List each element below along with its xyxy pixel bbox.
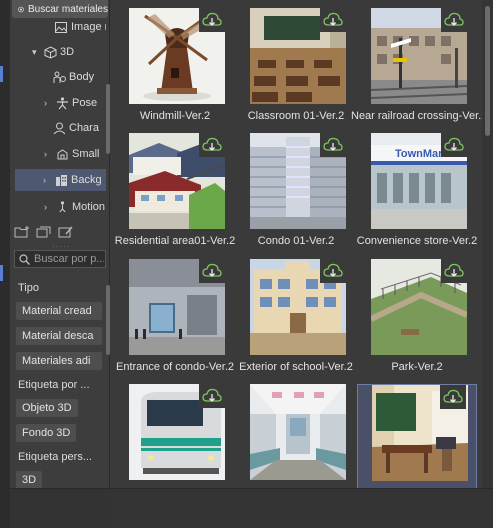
tree-item-character[interactable]: Chara xyxy=(52,117,99,139)
download-cloud-icon[interactable] xyxy=(199,8,225,32)
material-caption: Convenience store-Ver.2 xyxy=(356,235,478,247)
filter-3d-object[interactable]: Objeto 3D xyxy=(16,399,78,417)
filter-additional-materials[interactable]: Materiales adi xyxy=(16,352,102,370)
tree-item-label: Pose xyxy=(72,97,98,109)
tree-item-pose[interactable]: › Pose xyxy=(44,92,97,114)
tree-item-motion[interactable]: › Motion xyxy=(44,196,105,212)
tipo-label: Tipo xyxy=(18,282,39,294)
download-cloud-icon[interactable] xyxy=(199,133,225,157)
material-caption: Residential area01-Ver.2 xyxy=(114,235,236,247)
material-item-convenience-store[interactable]: TownMart Convenience store-Ver.2 xyxy=(357,125,477,250)
tree-item-body[interactable]: Body xyxy=(52,66,94,88)
material-panel: Buscar materiales Image m ▾ 3D Body › Po… xyxy=(0,0,493,528)
background-icon xyxy=(54,173,68,187)
tree-item-label: Motion xyxy=(72,201,106,212)
download-cloud-icon[interactable] xyxy=(441,259,467,283)
material-item-train[interactable] xyxy=(115,376,235,488)
material-item-railroad[interactable]: Near railroad crossing-Ver.2 xyxy=(351,0,482,125)
material-item-residential[interactable]: Residential area01-Ver.2 xyxy=(115,125,235,250)
material-item-school-exterior[interactable]: Exterior of school-Ver.2 xyxy=(236,251,356,376)
tree-item-label: Small xyxy=(72,148,100,160)
tree-item-label: Chara xyxy=(69,122,99,134)
material-caption: Park-Ver.2 xyxy=(391,361,443,373)
chevron-down-icon[interactable]: ▾ xyxy=(32,47,40,58)
new-subfolder-icon[interactable] xyxy=(36,225,52,239)
tree-item-3d[interactable]: ▾ 3D xyxy=(32,41,74,63)
filter-material-downloaded[interactable]: Material desca xyxy=(16,327,102,345)
search-field[interactable] xyxy=(14,250,106,268)
tree-item-label: Body xyxy=(69,71,95,83)
search-input[interactable] xyxy=(34,253,104,265)
search-materials-label: Buscar materiales xyxy=(27,3,108,15)
scroll-thumb[interactable] xyxy=(485,6,490,136)
download-cloud-icon[interactable] xyxy=(199,259,225,283)
download-cloud-icon[interactable] xyxy=(320,133,346,157)
body-type-icon xyxy=(52,70,66,84)
pose-icon xyxy=(55,96,69,110)
material-grid: Windmill-Ver.2 Classroom 01-Ver.2 Near r… xyxy=(111,0,482,488)
scroll-thumb[interactable] xyxy=(106,84,110,154)
material-caption: Classroom 01-Ver.2 xyxy=(247,110,345,122)
tree-item-background[interactable]: › Backg xyxy=(15,169,106,191)
material-item-room[interactable] xyxy=(357,384,477,488)
chevron-right-icon[interactable]: › xyxy=(44,202,52,212)
folder-tree: Image m ▾ 3D Body › Pose Chara › xyxy=(10,22,106,212)
material-item-condo-entrance[interactable]: Entrance of condo-Ver.2 xyxy=(115,251,235,376)
filter-tag-3d[interactable]: 3D xyxy=(16,471,43,489)
grid-scrollbar[interactable] xyxy=(482,0,493,488)
image-icon xyxy=(54,22,68,34)
folder-toolbar xyxy=(12,222,108,242)
filter-scrollbar[interactable] xyxy=(106,285,110,355)
strip-marker xyxy=(0,66,3,82)
bottom-pane xyxy=(111,488,493,528)
material-caption: Near railroad crossing-Ver.2 xyxy=(351,110,482,122)
download-cloud-icon[interactable] xyxy=(441,133,467,157)
left-toolbar-strip xyxy=(0,0,10,528)
folder-panel: Buscar materiales Image m ▾ 3D Body › Po… xyxy=(10,0,110,528)
filter-material-created[interactable]: Material cread xyxy=(16,302,102,320)
store-sign-text: TownMart xyxy=(395,148,446,160)
motion-icon xyxy=(55,200,69,212)
chevron-right-icon[interactable]: › xyxy=(44,149,52,159)
download-cloud-icon[interactable] xyxy=(441,8,467,32)
download-cloud-icon[interactable] xyxy=(320,8,346,32)
material-caption: Condo 01-Ver.2 xyxy=(257,235,335,247)
chevron-right-icon[interactable]: › xyxy=(44,98,52,108)
tree-item-small-object[interactable]: › Small xyxy=(44,143,100,165)
tree-scrollbar[interactable] xyxy=(106,22,110,212)
etiqueta-label: Etiqueta por ... xyxy=(18,379,90,391)
download-cloud-icon[interactable] xyxy=(320,259,346,283)
filter-3d-background[interactable]: Fondo 3D xyxy=(16,424,77,442)
search-materials-tab[interactable]: Buscar materiales xyxy=(12,0,108,18)
material-thumbnail-train-interior xyxy=(250,384,346,480)
chevron-right-icon[interactable]: › xyxy=(43,175,51,185)
edit-folder-icon[interactable] xyxy=(58,225,74,239)
download-cloud-icon[interactable] xyxy=(440,385,466,409)
small-object-icon xyxy=(55,147,69,161)
strip-marker xyxy=(0,265,3,281)
tree-item-label: Image m xyxy=(71,22,106,33)
material-item-train-interior[interactable] xyxy=(236,376,356,488)
material-item-windmill[interactable]: Windmill-Ver.2 xyxy=(115,0,235,125)
download-cloud-icon[interactable] xyxy=(199,384,225,408)
cube-icon xyxy=(43,45,57,59)
search-materials-icon xyxy=(18,6,24,12)
material-item-condo[interactable]: Condo 01-Ver.2 xyxy=(236,125,356,250)
material-item-classroom[interactable]: Classroom 01-Ver.2 xyxy=(236,0,356,125)
material-caption: Windmill-Ver.2 xyxy=(139,110,211,122)
lower-left-pane xyxy=(10,488,111,528)
tree-item-label: 3D xyxy=(60,46,75,58)
search-icon xyxy=(19,253,30,265)
material-item-park[interactable]: Park-Ver.2 xyxy=(357,251,477,376)
material-caption: Entrance of condo-Ver.2 xyxy=(115,361,235,373)
tree-item-label: Backg xyxy=(71,174,102,186)
character-icon xyxy=(52,121,66,135)
tree-item-image[interactable]: Image m xyxy=(54,22,106,38)
new-folder-icon[interactable] xyxy=(14,225,30,239)
material-caption: Exterior of school-Ver.2 xyxy=(239,361,353,373)
custom-tag-label: Etiqueta pers... xyxy=(18,451,92,463)
